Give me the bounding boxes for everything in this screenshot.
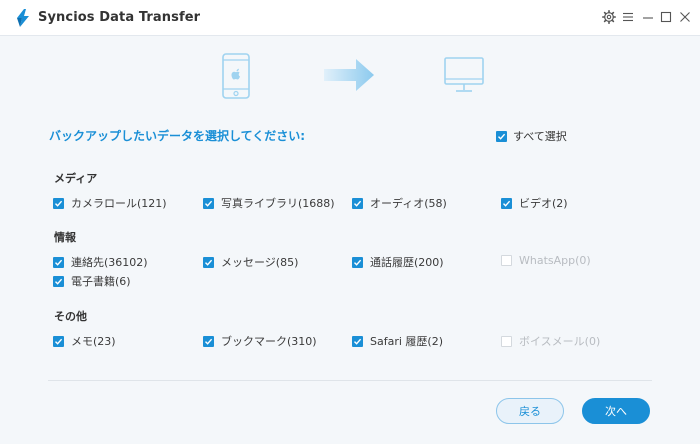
checkbox-label: 写真ライブラリ(1688)	[221, 197, 335, 210]
checkbox-video[interactable]: ビデオ(2)	[501, 195, 568, 211]
menu-icon[interactable]	[619, 8, 637, 26]
checkbox-checked-icon	[203, 335, 214, 347]
footer-divider	[48, 380, 652, 381]
checkbox-checked-icon	[53, 256, 64, 268]
next-button[interactable]: 次へ	[582, 398, 650, 424]
section-title-other: その他	[54, 310, 87, 323]
checkbox-camera-roll[interactable]: カメラロール(121)	[53, 195, 167, 211]
section-title-info: 情報	[54, 231, 76, 244]
checkbox-label: 電子書籍(6)	[71, 275, 131, 288]
checkbox-call-history[interactable]: 通話履歴(200)	[352, 254, 444, 270]
selection-prompt: バックアップしたいデータを選択してください:	[49, 129, 306, 143]
checkbox-checked-icon	[53, 197, 64, 209]
checkbox-checked-icon	[352, 335, 363, 347]
title-bar: Syncios Data Transfer	[0, 0, 700, 36]
select-all-checkbox[interactable]: すべて選択	[496, 128, 567, 144]
checkbox-whatsapp: WhatsApp(0)	[501, 254, 591, 267]
checkbox-unchecked-icon	[501, 255, 512, 266]
checkbox-photo-library[interactable]: 写真ライブラリ(1688)	[203, 195, 335, 211]
checkbox-label: メッセージ(85)	[221, 256, 299, 269]
checkbox-label: メモ(23)	[71, 335, 116, 348]
checkbox-checked-icon	[352, 256, 363, 268]
checkbox-ebooks[interactable]: 電子書籍(6)	[53, 273, 131, 289]
checkbox-safari-history[interactable]: Safari 履歴(2)	[352, 333, 443, 349]
checkbox-checked-icon	[203, 256, 214, 268]
checkbox-label: 連絡先(36102)	[71, 256, 148, 269]
settings-gear-icon[interactable]	[600, 8, 618, 26]
checkbox-checked-icon	[501, 197, 512, 209]
syncios-logo-icon	[17, 9, 29, 27]
checkbox-label: ブックマーク(310)	[221, 335, 317, 348]
checkbox-contacts[interactable]: 連絡先(36102)	[53, 254, 148, 270]
minimize-icon[interactable]	[639, 8, 657, 26]
monitor-icon	[444, 57, 484, 92]
checkbox-label: オーディオ(58)	[370, 197, 447, 210]
iphone-apple-icon	[222, 53, 250, 99]
checkbox-label: Safari 履歴(2)	[370, 335, 443, 348]
checkbox-checked-icon	[203, 197, 214, 209]
checkbox-checked-icon	[352, 197, 363, 209]
checkbox-checked-icon	[53, 335, 64, 347]
app-title: Syncios Data Transfer	[38, 10, 201, 25]
back-button[interactable]: 戻る	[496, 398, 564, 424]
checkbox-audio[interactable]: オーディオ(58)	[352, 195, 447, 211]
checkbox-label: ボイスメール(0)	[519, 335, 601, 348]
checkbox-label: 通話履歴(200)	[370, 256, 444, 269]
checkbox-notes[interactable]: メモ(23)	[53, 333, 116, 349]
checkbox-label: WhatsApp(0)	[519, 254, 591, 267]
close-icon[interactable]	[676, 8, 694, 26]
checkbox-label: カメラロール(121)	[71, 197, 167, 210]
checkbox-voicemail: ボイスメール(0)	[501, 333, 600, 349]
checkbox-label: ビデオ(2)	[519, 197, 568, 210]
checkbox-checked-icon	[53, 275, 64, 287]
arrow-right-icon	[324, 59, 374, 91]
checkbox-checked-icon	[496, 130, 507, 142]
checkbox-bookmarks[interactable]: ブックマーク(310)	[203, 333, 317, 349]
transfer-illustration	[0, 36, 700, 116]
checkbox-unchecked-icon	[501, 335, 512, 347]
select-all-label: すべて選択	[513, 130, 567, 143]
section-title-media: メディア	[54, 172, 98, 185]
maximize-icon[interactable]	[657, 8, 675, 26]
checkbox-messages[interactable]: メッセージ(85)	[203, 254, 298, 270]
